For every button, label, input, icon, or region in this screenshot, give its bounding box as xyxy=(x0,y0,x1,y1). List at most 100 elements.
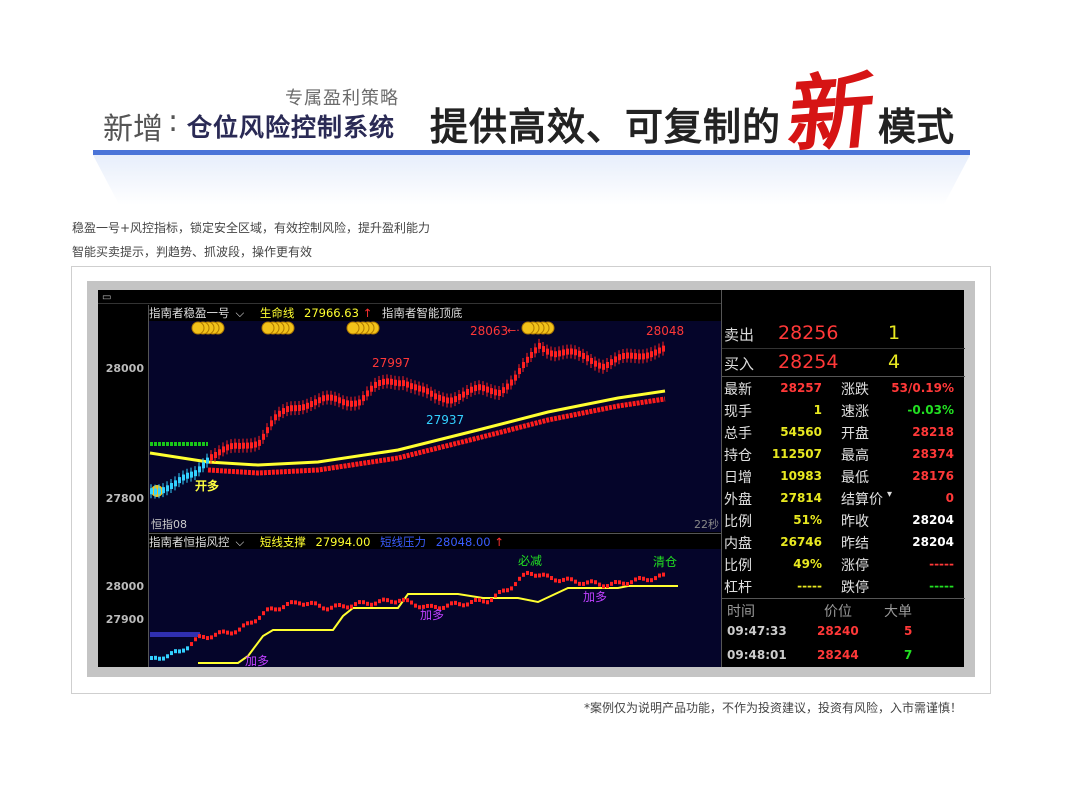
candle xyxy=(294,600,297,605)
candle xyxy=(382,597,385,602)
candle xyxy=(602,584,605,589)
candle xyxy=(254,619,257,624)
candle xyxy=(522,572,525,577)
divider xyxy=(722,348,965,349)
quote-label: 总手 xyxy=(724,426,752,442)
candle xyxy=(194,637,197,642)
candle xyxy=(494,593,497,598)
candle xyxy=(266,607,269,612)
candle xyxy=(538,573,541,578)
sell-price[interactable]: 28256 xyxy=(778,322,838,344)
candle xyxy=(250,620,253,625)
candle xyxy=(210,635,213,640)
candle xyxy=(650,578,653,583)
quote-value: 0 xyxy=(945,491,954,505)
candle xyxy=(342,604,345,609)
quote-label: 现手 xyxy=(724,404,752,420)
candle xyxy=(506,588,509,593)
coin-icon xyxy=(261,321,275,335)
banner-colon: : xyxy=(168,104,179,139)
candle xyxy=(662,572,665,577)
buy-price[interactable]: 28254 xyxy=(778,351,838,373)
quote-value: 53/0.19% xyxy=(891,381,954,395)
quote-label: 开盘 xyxy=(841,426,869,442)
peak-label: 27997 xyxy=(372,356,410,370)
chevron-down-icon: ▾ xyxy=(887,489,893,500)
candle xyxy=(634,577,637,582)
clear-position-label: 清仓 xyxy=(653,555,677,569)
quote-label: 日增 xyxy=(724,470,752,486)
candle xyxy=(366,601,369,606)
candle xyxy=(190,642,193,647)
disclaimer: *案例仅为说明产品功能，不作为投资建议，投资有风险，入市需谨慎！ xyxy=(584,701,963,715)
add-long-label: 加多 xyxy=(583,590,607,604)
candle xyxy=(398,598,401,603)
quote-label: 昨结 xyxy=(841,536,869,552)
candle xyxy=(186,646,189,651)
candle xyxy=(402,597,405,602)
candle xyxy=(270,606,273,611)
quote-value: 10983 xyxy=(780,469,822,483)
quote-value: 27814 xyxy=(780,491,822,505)
candle xyxy=(598,582,601,587)
candle xyxy=(526,570,529,575)
candle xyxy=(262,611,265,616)
quote-label: 比例 xyxy=(724,558,752,574)
candle xyxy=(590,579,593,584)
candle xyxy=(386,598,389,603)
candle xyxy=(374,601,377,606)
candle xyxy=(566,576,569,581)
candle xyxy=(658,573,661,578)
quote-value: 28374 xyxy=(912,447,954,461)
candle xyxy=(238,627,241,632)
banner-system-name: 仓位风险控制系统 xyxy=(187,113,396,142)
candle xyxy=(350,604,353,609)
quote-label: 涨跌 xyxy=(841,382,869,398)
candle xyxy=(618,580,621,585)
quote-value: 54560 xyxy=(780,425,822,439)
coin-icon xyxy=(346,321,360,335)
candle xyxy=(394,600,397,605)
banner-prefix: 新增 xyxy=(103,112,163,147)
quote-label: 昨收 xyxy=(841,514,869,530)
buy-volume: 4 xyxy=(888,351,901,373)
candle xyxy=(610,581,613,586)
trade-price: 28240 xyxy=(817,624,859,638)
candle xyxy=(482,599,485,604)
candle xyxy=(170,651,173,656)
quote-value: 28218 xyxy=(912,425,954,439)
candle xyxy=(246,621,249,626)
candle xyxy=(534,573,537,578)
candle xyxy=(334,603,337,608)
candle xyxy=(550,576,553,581)
promo-banner: 专属盈利策略 新增 : 仓位风险控制系统 提供高效、可复制的 新 模式 xyxy=(0,0,1080,210)
candle xyxy=(306,602,309,607)
quote-label: 外盘 xyxy=(724,492,752,508)
candle xyxy=(518,576,521,581)
quote-panel: 卖出 28256 1 买入 28254 4 最新 28257 涨跌 53/0.19% 现… xyxy=(721,290,965,667)
must-reduce-label: 必减 xyxy=(518,554,542,568)
candle xyxy=(642,576,645,581)
candle xyxy=(286,601,289,606)
candle xyxy=(586,580,589,585)
candle xyxy=(414,603,417,608)
add-long-label: 加多 xyxy=(420,608,444,622)
candle xyxy=(214,632,217,637)
candle xyxy=(622,581,625,586)
candle xyxy=(166,654,169,659)
candle xyxy=(606,584,609,589)
quote-value: 112507 xyxy=(771,447,822,461)
candle xyxy=(278,607,281,612)
quote-value: 49% xyxy=(793,557,822,571)
trade-time-header: 时间 xyxy=(727,604,755,620)
candle xyxy=(502,588,505,593)
quote-label: 持仓 xyxy=(724,448,752,464)
support-band xyxy=(207,396,666,476)
divider xyxy=(722,598,965,599)
candle xyxy=(486,600,489,605)
quote-value: 51% xyxy=(793,513,822,527)
candle xyxy=(406,598,409,603)
candle xyxy=(338,603,341,608)
quote-label: 最高 xyxy=(841,448,869,464)
candle xyxy=(370,602,373,607)
